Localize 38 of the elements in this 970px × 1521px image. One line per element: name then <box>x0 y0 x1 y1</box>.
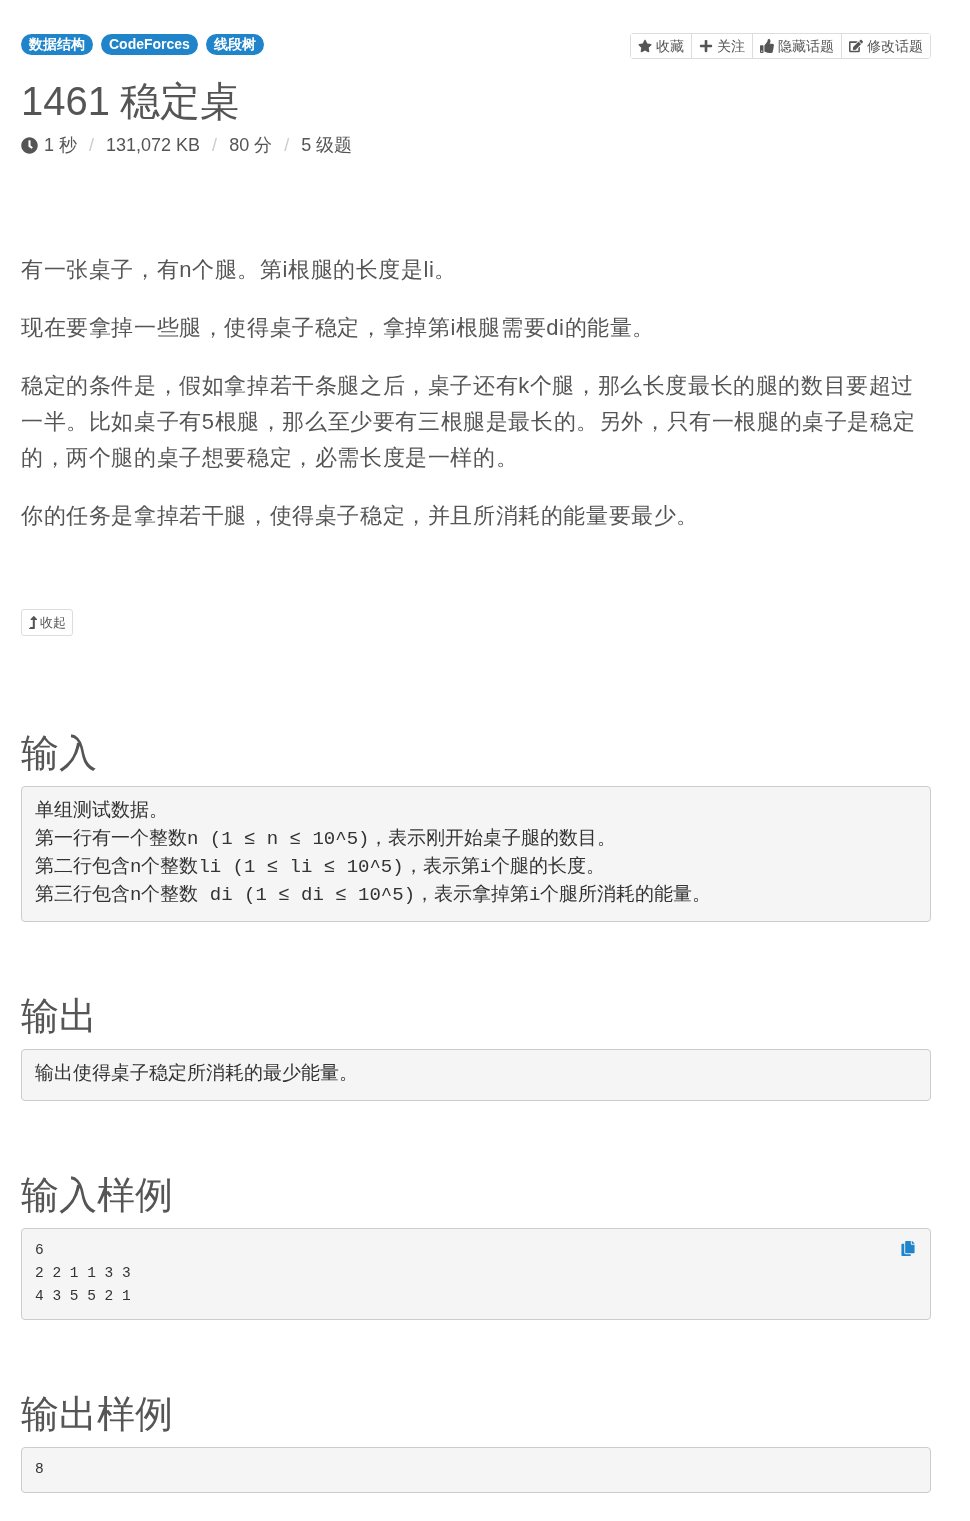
section-heading: 输出 <box>21 994 98 1039</box>
section-heading: 输出样例 <box>21 1392 174 1437</box>
meta-separator: / <box>284 134 290 157</box>
tag[interactable]: CodeForces <box>101 34 198 55</box>
problem-number: 1461 <box>21 78 110 125</box>
problem-paragraph: 现在要拿掉一些腿，使得桌子稳定，拿掉第i根腿需要di的能量。 <box>21 314 656 342</box>
meta-separator: / <box>89 134 95 157</box>
edit-icon <box>849 39 863 53</box>
meta-value: 131,072 KB <box>106 134 201 157</box>
toolbar-button[interactable]: 修改话题 <box>841 34 930 58</box>
collapse-button[interactable]: 收起 <box>21 609 73 636</box>
content-line: 2 2 1 1 3 3 <box>35 1264 131 1283</box>
content-line: 6 <box>35 1241 44 1260</box>
up-arrow-icon <box>28 616 38 629</box>
problem-paragraph: 你的任务是拿掉若干腿，使得桌子稳定，并且所消耗的能量要最少。 <box>21 502 700 530</box>
meta-value: 80 分 <box>229 134 273 157</box>
copy-icon[interactable] <box>901 1241 915 1256</box>
content-line: 单组测试数据。 <box>35 799 168 824</box>
content-line: 输出使得桌子稳定所消耗的最少能量。 <box>35 1062 358 1087</box>
problem-title: 稳定桌 <box>120 78 240 125</box>
problem-paragraph: 稳定的条件是，假如拿掉若干条腿之后，桌子还有k个腿，那么长度最长的腿的数目要超过一半。比如桌子有5根腿，那么至少要有三根腿是最长的。另外，只有一根腿的桌子是稳定的，两个腿的桌子想要稳定，必需长度是一样的。 <box>21 372 917 472</box>
tag[interactable]: 线段树 <box>205 34 264 55</box>
meta-separator: / <box>212 134 218 157</box>
meta-value: 5 级题 <box>301 134 353 157</box>
tag[interactable]: 数据结构 <box>21 34 93 55</box>
section-heading: 输入样例 <box>21 1173 174 1218</box>
content-line: 8 <box>35 1460 44 1479</box>
content-line: 第一行有一个整数n (1 ≤ n ≤ 10^5)，表示刚开始桌子腿的数目。 <box>35 827 617 852</box>
content-line: 第二行包含n个整数li (1 ≤ li ≤ 10^5)，表示第i个腿的长度。 <box>35 855 606 880</box>
plus-icon <box>699 39 713 53</box>
content-line: 4 3 5 5 2 1 <box>35 1287 131 1306</box>
meta-value: 1 秒 <box>44 134 77 157</box>
section-heading: 输入 <box>21 731 98 776</box>
thumbs-up-icon <box>760 39 774 53</box>
star-icon <box>638 39 652 53</box>
content-line: 第三行包含n个整数 di (1 ≤ di ≤ 10^5)，表示拿掉第i个腿所消耗的能量。 <box>35 883 712 908</box>
clock-icon <box>21 136 38 154</box>
problem-paragraph: 有一张桌子，有n个腿。第i根腿的长度是li。 <box>21 256 459 284</box>
